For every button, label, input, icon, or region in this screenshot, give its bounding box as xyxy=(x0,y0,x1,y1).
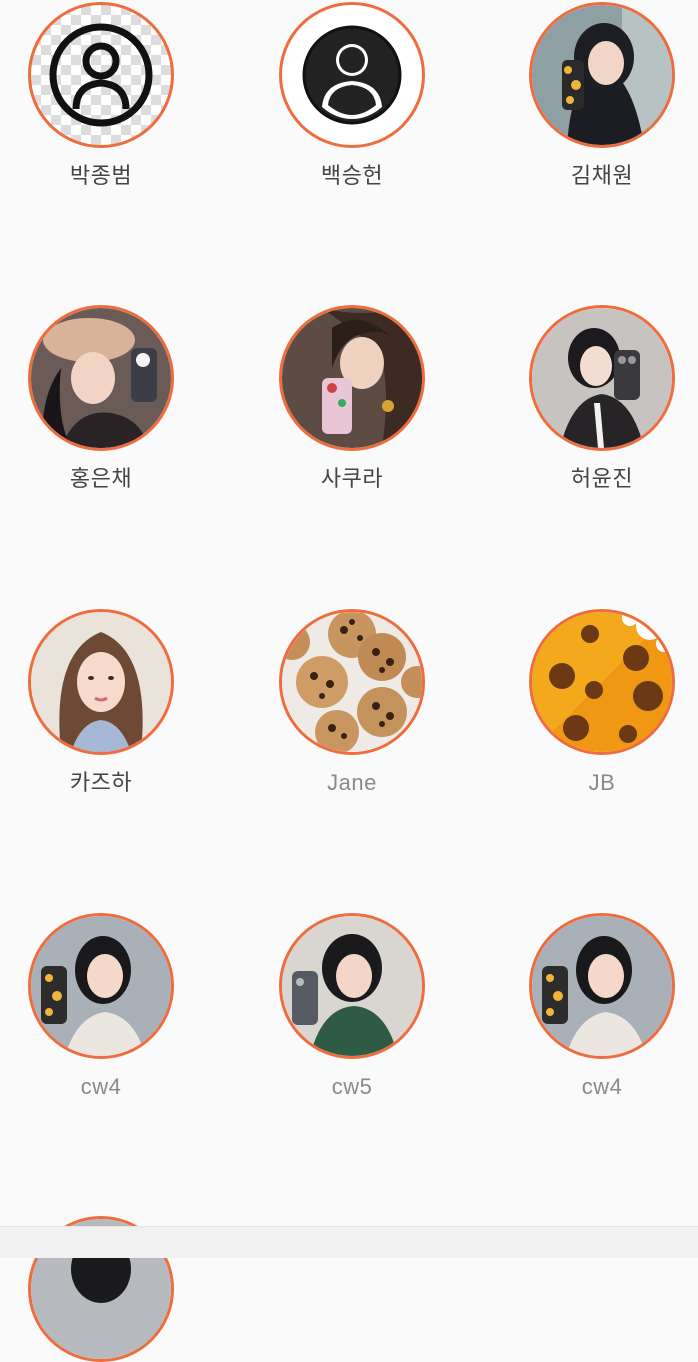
profile-name: 박종범 xyxy=(69,163,133,188)
profile-card[interactable]: 김채원 xyxy=(502,2,698,190)
avatar[interactable] xyxy=(28,305,174,451)
profile-name: cw4 xyxy=(581,1074,623,1099)
profile-photo xyxy=(532,308,672,448)
profile-name: 허윤진 xyxy=(570,466,634,491)
profile-name: 사쿠라 xyxy=(320,466,384,491)
profile-card[interactable]: 사쿠라 xyxy=(252,305,452,493)
user-filled-icon xyxy=(293,16,411,134)
profile-card[interactable]: 허윤진 xyxy=(502,305,698,493)
profile-photo xyxy=(282,308,422,448)
profile-card[interactable]: JB xyxy=(502,609,698,797)
profile-card[interactable]: 백승헌 xyxy=(252,2,452,190)
avatar[interactable] xyxy=(279,305,425,451)
profile-card[interactable]: cw5 xyxy=(252,913,452,1101)
avatar[interactable] xyxy=(279,913,425,1059)
avatar[interactable] xyxy=(279,2,425,148)
profile-photo xyxy=(31,916,171,1056)
user-outline-icon xyxy=(49,23,153,127)
avatar[interactable] xyxy=(28,913,174,1059)
profile-photo xyxy=(31,612,171,752)
avatar[interactable] xyxy=(529,305,675,451)
avatar[interactable] xyxy=(529,913,675,1059)
cookie-icon xyxy=(532,612,672,752)
avatar[interactable] xyxy=(529,609,675,755)
profile-name: cw5 xyxy=(331,1074,373,1099)
avatar[interactable] xyxy=(28,609,174,755)
profile-card[interactable]: Jane xyxy=(252,609,452,797)
profile-photo xyxy=(532,5,672,145)
profile-photo xyxy=(31,308,171,448)
profile-card[interactable]: 홍은채 xyxy=(1,305,201,493)
profile-name: 카즈하 xyxy=(69,770,133,795)
avatar[interactable] xyxy=(529,2,675,148)
profile-card[interactable]: cw4 xyxy=(1,913,201,1101)
profile-name: 김채원 xyxy=(570,163,634,188)
profile-card[interactable]: 카즈하 xyxy=(1,609,201,797)
profile-name: cw4 xyxy=(80,1074,122,1099)
profile-name: 홍은채 xyxy=(69,466,133,491)
cookies-icon xyxy=(282,612,422,752)
avatar[interactable] xyxy=(28,2,174,148)
avatar[interactable] xyxy=(279,609,425,755)
bottom-bar xyxy=(0,1226,698,1258)
profile-card[interactable]: cw4 xyxy=(502,913,698,1101)
profile-name: Jane xyxy=(327,770,377,795)
profile-name: 백승헌 xyxy=(320,163,384,188)
profile-card[interactable]: 박종범 xyxy=(1,2,201,190)
profile-photo xyxy=(532,916,672,1056)
profile-photo xyxy=(282,916,422,1056)
profile-name: JB xyxy=(588,770,616,795)
